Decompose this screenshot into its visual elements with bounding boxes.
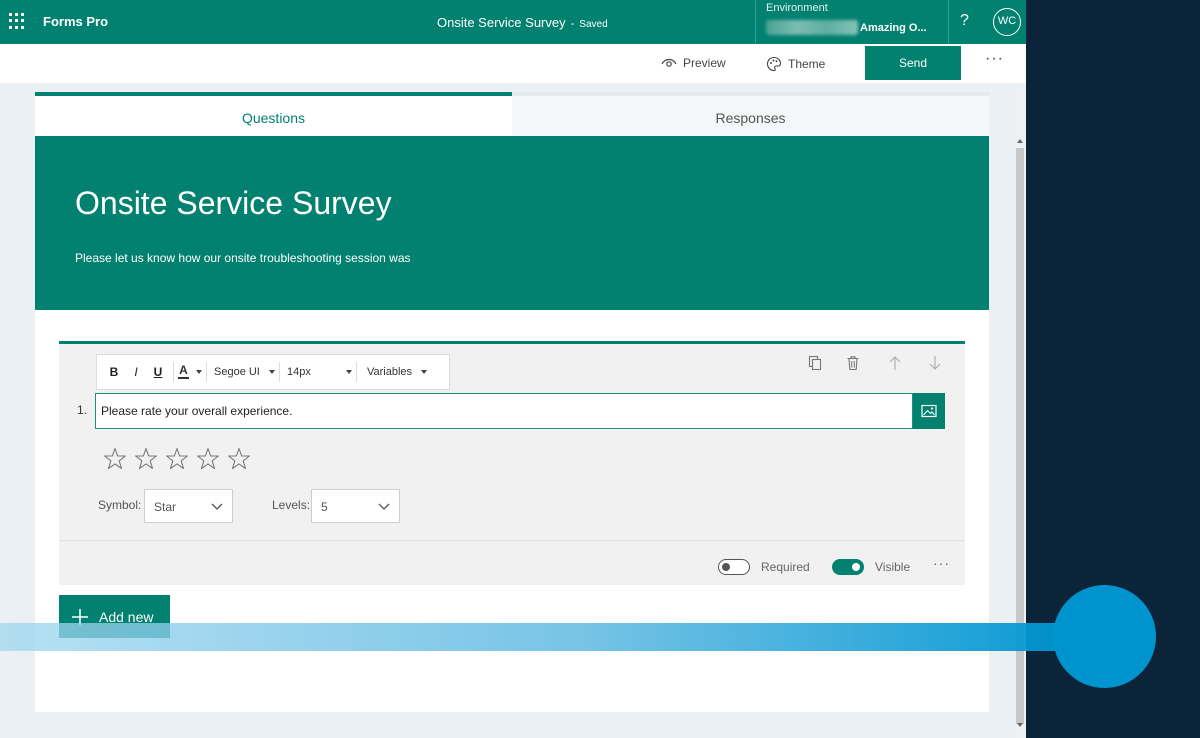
font-family-value: Segoe UI [214,366,260,378]
question-number: 1. [77,403,88,417]
preview-label: Preview [683,56,726,70]
tab-responses[interactable]: Responses [512,92,989,136]
star-icon[interactable] [99,443,130,474]
form-header[interactable]: Onsite Service Survey Please let us know… [35,136,989,310]
save-status: Saved [579,19,608,30]
send-button[interactable]: Send [865,46,961,80]
question-text-input[interactable] [95,393,913,429]
chevron-down-icon [211,503,223,510]
font-size-dropdown[interactable]: 14px [284,366,352,378]
question-card[interactable]: B I U A Segoe UI 14px Variables 1. Pleas… [59,341,965,585]
move-down-icon[interactable] [928,355,942,371]
required-label: Required [761,560,810,574]
tab-questions[interactable]: Questions [35,92,512,136]
command-bar: Preview Theme Send ··· [0,44,1026,83]
levels-dropdown[interactable]: 5 [311,489,400,523]
preview-button[interactable]: Preview [661,56,726,70]
font-family-dropdown[interactable]: Segoe UI [211,366,275,378]
divider [173,362,174,382]
chevron-down-icon [346,370,352,374]
form-card: Questions Responses Onsite Service Surve… [35,92,989,712]
levels-value: 5 [321,500,328,514]
variables-dropdown[interactable]: Variables [361,366,427,378]
font-color-dropdown[interactable]: A [178,363,202,379]
symbol-label: Symbol: [98,498,142,512]
delete-icon[interactable] [846,355,860,371]
chevron-down-icon [421,370,427,374]
document-title: Onsite Service Survey - Saved [437,15,608,30]
highlight-circle [1053,585,1156,688]
document-title-text: Onsite Service Survey [437,15,566,30]
eye-icon [661,58,677,67]
visible-label: Visible [875,560,911,574]
star-icon[interactable] [161,443,192,474]
highlight-stripe [0,623,1060,651]
copy-icon[interactable] [808,355,822,371]
environment-blurred-text [766,20,858,35]
chevron-down-icon [269,370,275,374]
environment-label: Environment [766,2,828,14]
font-size-value: 14px [287,366,311,378]
rich-text-toolbar: B I U A Segoe UI 14px Variables [96,354,450,390]
insert-image-button[interactable] [913,393,945,429]
more-options-icon[interactable]: ··· [985,50,1004,68]
italic-button[interactable]: I [125,365,147,379]
chevron-down-icon [196,370,202,374]
form-description[interactable]: Please let us know how our onsite troubl… [75,251,411,265]
visible-toggle[interactable] [832,559,864,575]
app-launcher-icon[interactable] [9,13,25,29]
divider [279,362,280,382]
symbol-value: Star [154,500,177,514]
palette-icon [766,56,782,72]
star-icon[interactable] [223,443,254,474]
environment-picker[interactable]: Environment Amazing O... [755,0,949,44]
rating-stars [99,443,254,474]
top-bar: Forms Pro Onsite Service Survey - Saved En… [0,0,1026,44]
font-color-icon: A [178,363,189,379]
theme-label: Theme [788,57,826,71]
underline-button[interactable]: U [147,365,169,379]
bold-button[interactable]: B [103,365,125,379]
question-footer: Required Visible ··· [59,540,965,588]
help-icon[interactable]: ? [960,12,969,30]
environment-name: Amazing O... [860,22,927,34]
form-title[interactable]: Onsite Service Survey [75,185,392,222]
app-name[interactable]: Forms Pro [43,14,108,29]
title-separator: - [570,18,575,30]
question-more-icon[interactable]: ··· [933,555,950,571]
levels-label: Levels: [272,498,311,512]
divider [206,362,207,382]
symbol-dropdown[interactable]: Star [144,489,233,523]
variables-label: Variables [367,366,413,378]
scroll-up-arrow-icon[interactable] [1017,139,1023,143]
required-toggle[interactable] [718,559,750,575]
chevron-down-icon [378,503,390,510]
scroll-down-arrow-icon[interactable] [1017,723,1023,727]
avatar[interactable]: WC [993,8,1021,36]
star-icon[interactable] [130,443,161,474]
image-icon [921,404,937,418]
divider [356,362,357,382]
star-icon[interactable] [192,443,223,474]
theme-button[interactable]: Theme [766,56,825,72]
move-up-icon[interactable] [888,355,902,371]
